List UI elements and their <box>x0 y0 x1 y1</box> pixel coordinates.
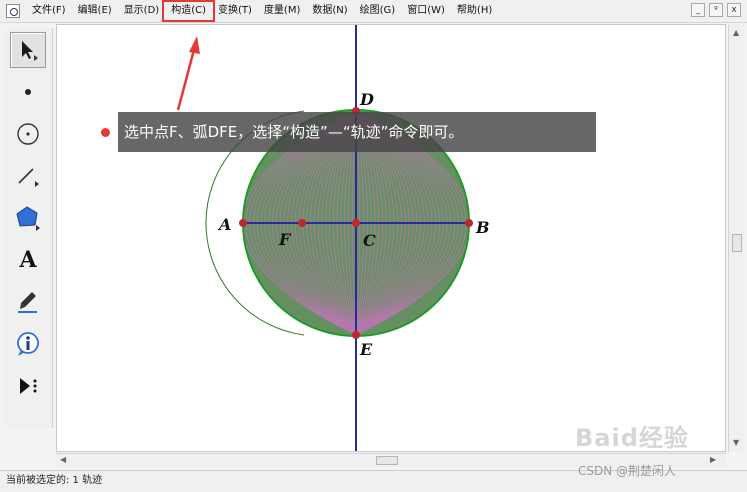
point-f[interactable] <box>298 219 306 227</box>
label-a: A <box>217 215 231 234</box>
point-a[interactable] <box>239 219 247 227</box>
restore-button[interactable]: ᵍ <box>709 3 723 17</box>
label-b: B <box>475 218 490 237</box>
scroll-up-icon[interactable]: ▲ <box>733 28 739 37</box>
scroll-right-icon[interactable]: ▶ <box>710 455 716 464</box>
callout-marker <box>101 128 110 137</box>
arrow-icon <box>22 41 38 61</box>
custom-tool-icon <box>20 378 37 394</box>
baidu-watermark: Baid经验 <box>575 424 689 452</box>
toolbox: A <box>4 28 53 428</box>
marker-tool[interactable] <box>10 284 46 320</box>
geometry-drawing: D A F C B E <box>205 25 490 451</box>
circle-icon <box>17 123 39 145</box>
menu-display[interactable]: 显示(D) <box>118 3 166 19</box>
menu-edit[interactable]: 编辑(E) <box>72 3 118 19</box>
app-icon[interactable] <box>6 4 20 18</box>
information-tool[interactable] <box>10 326 46 362</box>
point-e[interactable] <box>352 331 360 339</box>
label-e: E <box>359 340 373 359</box>
menu-graph[interactable]: 绘图(G) <box>354 3 402 19</box>
menu-transform[interactable]: 变换(T) <box>212 3 258 19</box>
label-f: F <box>278 230 292 249</box>
menu-bar: 文件(F) 编辑(E) 显示(D) 构造(C) 变换(T) 度量(M) 数据(N… <box>0 0 747 23</box>
text-tool[interactable]: A <box>10 242 46 278</box>
compass-tool[interactable] <box>10 116 46 152</box>
vertical-scroll-thumb[interactable] <box>732 234 742 252</box>
scroll-down-icon[interactable]: ▼ <box>733 438 739 447</box>
sketch-canvas[interactable]: D A F C B E <box>56 24 726 452</box>
menu-window[interactable]: 窗口(W) <box>401 3 451 19</box>
selection-arrow-tool[interactable] <box>10 32 46 68</box>
minimize-button[interactable]: _ <box>691 3 705 17</box>
pen-icon <box>18 292 37 313</box>
menu-construct[interactable]: 构造(C) <box>162 0 215 22</box>
info-icon <box>17 332 39 356</box>
point-tool[interactable] <box>10 74 46 110</box>
text-icon: A <box>19 247 37 273</box>
custom-tool[interactable] <box>10 368 46 404</box>
close-button[interactable]: x <box>727 3 741 17</box>
horizontal-scroll-thumb[interactable] <box>376 456 398 465</box>
point-c[interactable] <box>352 219 360 227</box>
menu-measure[interactable]: 度量(M) <box>258 3 306 19</box>
csdn-watermark: CSDN @荆楚闲人 <box>578 464 677 478</box>
polygon-icon <box>16 206 40 231</box>
menu-file[interactable]: 文件(F) <box>26 3 72 19</box>
window-controls: _ ᵍ x <box>691 3 741 17</box>
label-d: D <box>359 90 374 109</box>
point-b[interactable] <box>465 219 473 227</box>
segment-icon <box>18 168 39 187</box>
straightedge-tool[interactable] <box>10 158 46 194</box>
menu-data[interactable]: 数据(N) <box>306 3 353 19</box>
polygon-tool[interactable] <box>10 200 46 236</box>
menu-help[interactable]: 帮助(H) <box>451 3 498 19</box>
label-c: C <box>363 231 376 250</box>
vertical-scrollbar[interactable]: ▲ ▼ <box>728 24 745 452</box>
point-icon <box>25 89 31 95</box>
instruction-callout: 选中点F、弧DFE，选择“构造”—“轨迹”命令即可。 <box>118 112 596 152</box>
scroll-left-icon[interactable]: ◀ <box>60 455 66 464</box>
